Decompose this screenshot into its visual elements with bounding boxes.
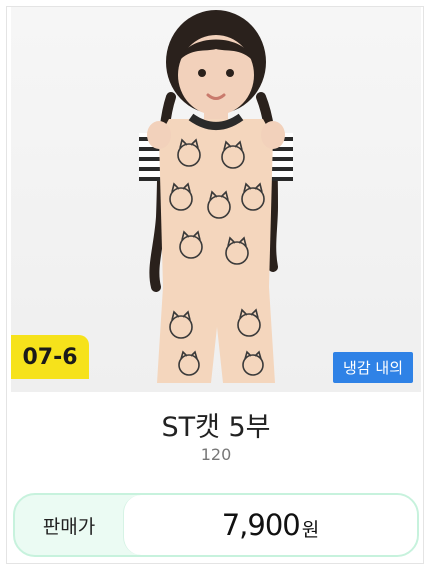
price-label: 판매가 — [42, 515, 96, 538]
price-value: 7,900 — [221, 508, 301, 542]
price-unit: 원 — [301, 518, 320, 541]
price-bar: 판매가 7,900 원 — [13, 493, 419, 557]
cooling-tag-badge: 냉감 내의 — [333, 352, 413, 383]
product-size: 120 — [200, 445, 232, 464]
product-photo[interactable]: 07-6 냉감 내의 — [11, 7, 421, 392]
product-code-badge: 07-6 — [11, 335, 89, 379]
product-title[interactable]: ST캣 5부 — [7, 405, 423, 444]
price-box: 7,900 원 — [123, 495, 417, 555]
product-card[interactable]: 07-6 냉감 내의 ST캣 5부 120 판매가 7,900 원 — [6, 6, 424, 564]
